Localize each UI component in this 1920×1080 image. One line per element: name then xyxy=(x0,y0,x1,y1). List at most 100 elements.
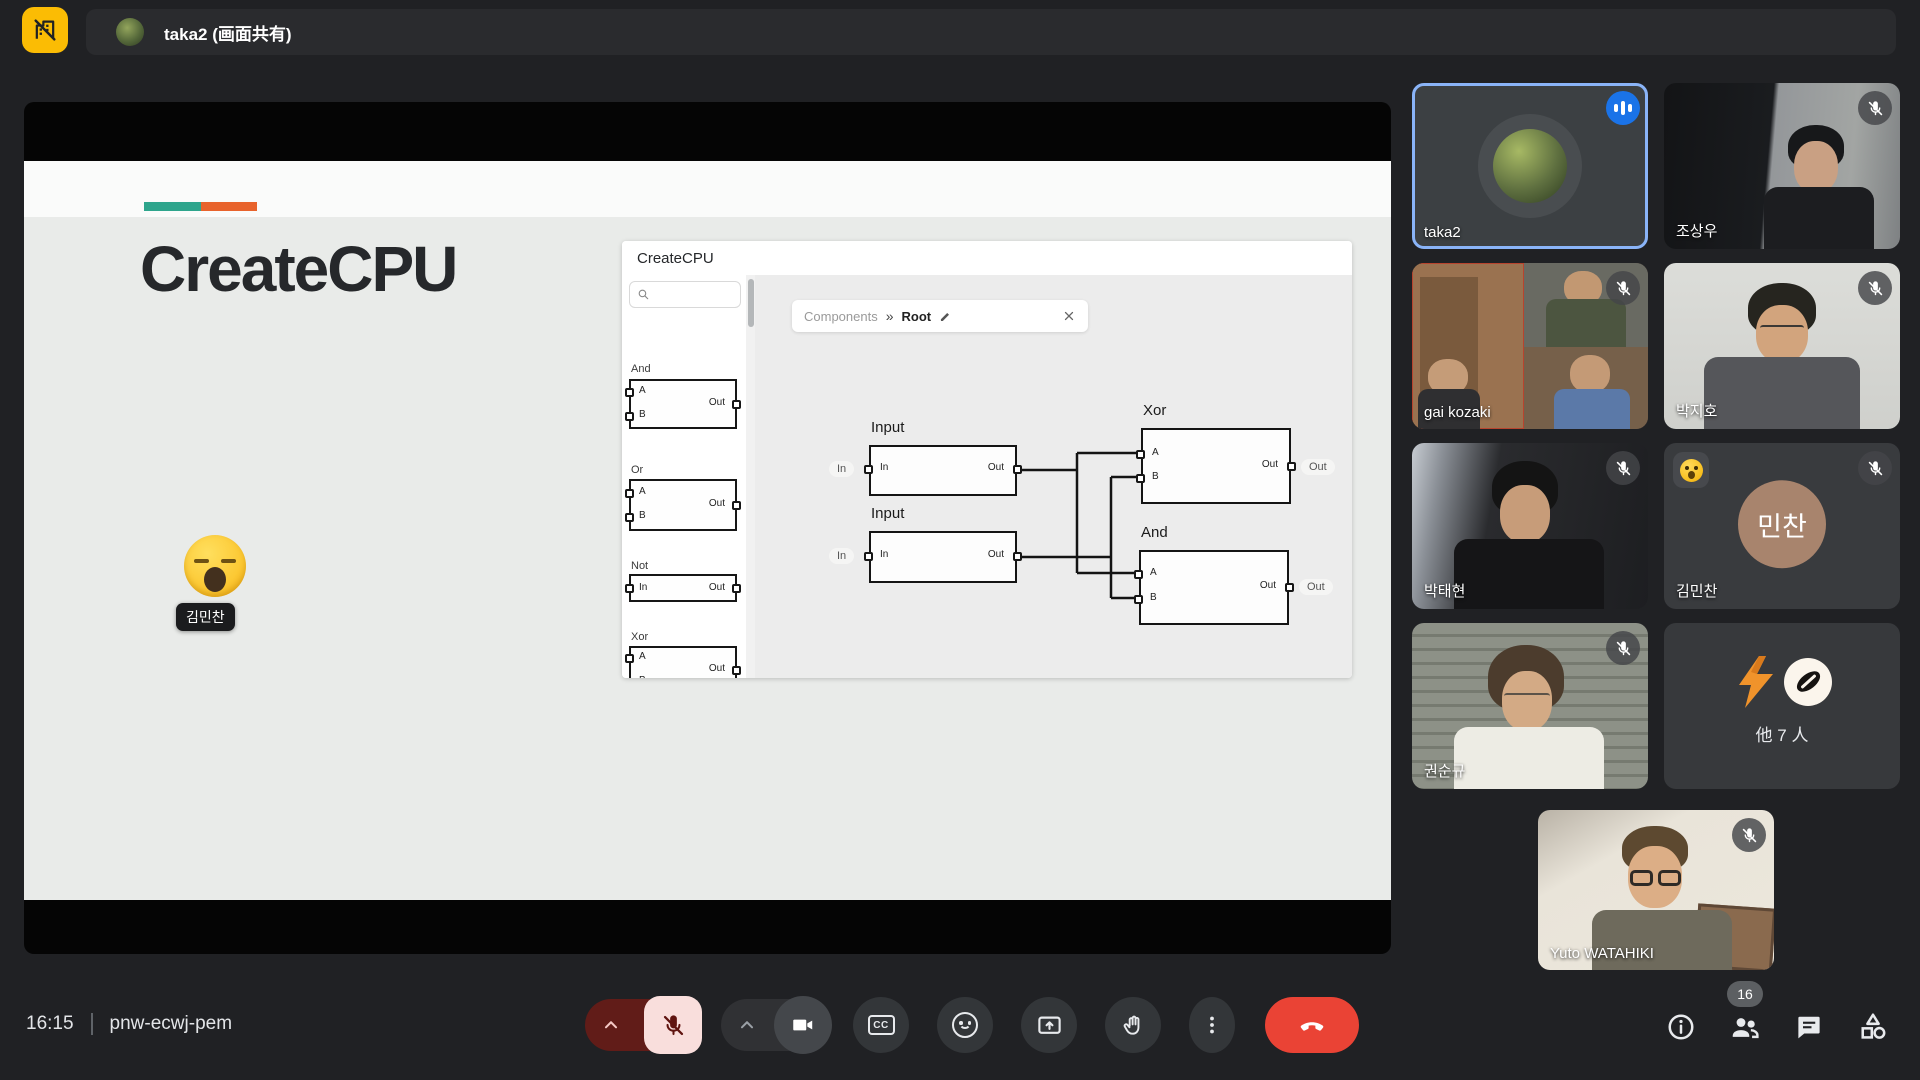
participants-button[interactable] xyxy=(1728,1010,1762,1044)
presenter-label: taka2 (画面共有) xyxy=(164,20,292,45)
search-icon xyxy=(637,288,650,301)
node-xor: A B Out xyxy=(1141,428,1291,504)
meeting-code: pnw-ecwj-pem xyxy=(110,1013,232,1035)
participant-video xyxy=(1722,283,1842,429)
chevron-up-icon[interactable] xyxy=(600,1014,622,1036)
meeting-details-button[interactable] xyxy=(1664,1010,1698,1044)
external-out-label-xor: Out xyxy=(1301,459,1335,475)
overflow-avatars xyxy=(1732,655,1832,709)
reaction-author-badge: 김민찬 xyxy=(176,603,235,631)
participant-name: 조상우 xyxy=(1676,220,1717,241)
camera-button-group[interactable] xyxy=(721,999,831,1051)
external-out-label-and: Out xyxy=(1299,579,1333,595)
participant-tile-taka2[interactable]: taka2 xyxy=(1412,83,1648,249)
participant-tile-kwon-sungyu[interactable]: 권순규 xyxy=(1412,623,1648,789)
palette-item-not: In Out xyxy=(629,574,737,602)
mic-off-icon xyxy=(1858,91,1892,125)
participant-tile-park-taehyun[interactable]: 박태현 xyxy=(1412,443,1648,609)
palette-scrollbar-thumb xyxy=(748,279,754,327)
avatar-initials: 민찬 xyxy=(1738,480,1826,568)
circuit-canvas: Components » Root Input In Out In Input … xyxy=(755,275,1352,678)
participant-name: Yuto WATAHIKI xyxy=(1550,945,1654,962)
breadcrumb-parent: Components xyxy=(804,309,878,324)
node-input2-title: Input xyxy=(871,505,904,522)
phone-end-icon xyxy=(1297,1010,1327,1040)
mic-mute-button[interactable] xyxy=(644,996,702,1054)
slide-accent-bar xyxy=(144,202,257,211)
mic-off-icon xyxy=(1858,271,1892,305)
speaking-indicator-icon xyxy=(1606,91,1640,125)
node-input1-title: Input xyxy=(871,419,904,436)
palette-item-and-label: And xyxy=(631,363,651,375)
mic-button-group[interactable] xyxy=(585,999,701,1051)
reaction-emoji xyxy=(184,535,248,599)
call-controls: CC xyxy=(585,994,1359,1056)
surprised-face-reaction-icon xyxy=(1673,452,1709,488)
end-call-button[interactable] xyxy=(1265,997,1359,1053)
participant-tile-kim-minchan[interactable]: 민찬 김민찬 xyxy=(1664,443,1900,609)
activities-icon xyxy=(1857,1011,1889,1043)
participant-tile-park-jiho[interactable]: 박지호 xyxy=(1664,263,1900,429)
screen-share-status-button[interactable] xyxy=(22,7,68,53)
node-xor-title: Xor xyxy=(1143,402,1166,419)
palette-item-not-label: Not xyxy=(631,560,648,572)
component-palette: And A B Out Or A B Out Not In Out xyxy=(622,275,746,678)
slide-title: CreateCPU xyxy=(140,232,456,306)
edit-pencil-icon xyxy=(939,310,952,323)
participant-tile-gai-kozaki[interactable]: gai kozaki xyxy=(1412,263,1648,429)
mic-off-icon xyxy=(1732,818,1766,852)
chat-button[interactable] xyxy=(1792,1010,1826,1044)
external-in-label-2: In xyxy=(829,548,854,564)
participant-tile-others[interactable]: 他 7 人 xyxy=(1664,623,1900,789)
node-and-title: And xyxy=(1141,524,1168,541)
activities-button[interactable] xyxy=(1856,1010,1890,1044)
palette-item-or-label: Or xyxy=(631,464,643,476)
app-header: CreateCPU xyxy=(622,241,1352,275)
clock: 16:15 xyxy=(26,1013,74,1035)
palette-search-input xyxy=(629,281,741,308)
participant-name: 김민찬 xyxy=(1676,580,1717,601)
participant-video xyxy=(1760,125,1880,249)
separator xyxy=(91,1013,93,1035)
palette-item-xor-label: Xor xyxy=(631,631,648,643)
participant-tile-yuto-watahiki[interactable]: Yuto WATAHIKI xyxy=(1538,810,1774,970)
breadcrumb-separator-icon: » xyxy=(886,308,894,324)
breadcrumb: Components » Root xyxy=(792,300,1088,332)
participant-name: gai kozaki xyxy=(1424,404,1491,421)
participant-name: 권순규 xyxy=(1424,760,1465,781)
breadcrumb-current: Root xyxy=(902,309,932,324)
reactions-button[interactable] xyxy=(937,997,993,1053)
mic-off-icon xyxy=(1606,271,1640,305)
presenter-banner[interactable]: taka2 (画面共有) xyxy=(86,9,1896,55)
mic-off-icon xyxy=(1606,451,1640,485)
participant-name: 박태현 xyxy=(1424,580,1465,601)
shared-screen-stage[interactable]: CreateCPU CreateCPU And A B Out Or A B xyxy=(24,102,1391,954)
participant-name: 박지호 xyxy=(1676,400,1717,421)
chevron-up-icon[interactable] xyxy=(736,1014,758,1036)
present-icon xyxy=(1036,1012,1063,1039)
participant-video xyxy=(1468,645,1592,789)
meeting-info: 16:15 pnw-ecwj-pem xyxy=(26,1013,232,1035)
mic-off-icon xyxy=(660,1012,687,1039)
captions-button[interactable]: CC xyxy=(853,997,909,1053)
node-input2: In Out xyxy=(869,531,1017,583)
avatar xyxy=(1493,129,1567,203)
vertical-dots-icon xyxy=(1200,1013,1224,1037)
building-slash-icon xyxy=(31,16,59,44)
present-screen-button[interactable] xyxy=(1021,997,1077,1053)
participant-count-badge: 16 xyxy=(1727,981,1763,1007)
more-options-button[interactable] xyxy=(1189,997,1235,1053)
info-icon xyxy=(1666,1012,1696,1042)
palette-scrollbar xyxy=(746,275,755,678)
raise-hand-button[interactable] xyxy=(1105,997,1161,1053)
participant-tile-cho-sangwoo[interactable]: 조상우 xyxy=(1664,83,1900,249)
camera-toggle-button[interactable] xyxy=(774,996,832,1054)
participant-name: taka2 xyxy=(1424,224,1461,241)
mic-off-icon xyxy=(1606,631,1640,665)
app-window-title: CreateCPU xyxy=(637,250,714,267)
people-icon xyxy=(1729,1011,1761,1043)
panel-buttons xyxy=(1664,1010,1890,1044)
close-icon xyxy=(1062,309,1076,323)
presenter-avatar xyxy=(116,18,144,46)
participant-video xyxy=(1470,461,1590,609)
